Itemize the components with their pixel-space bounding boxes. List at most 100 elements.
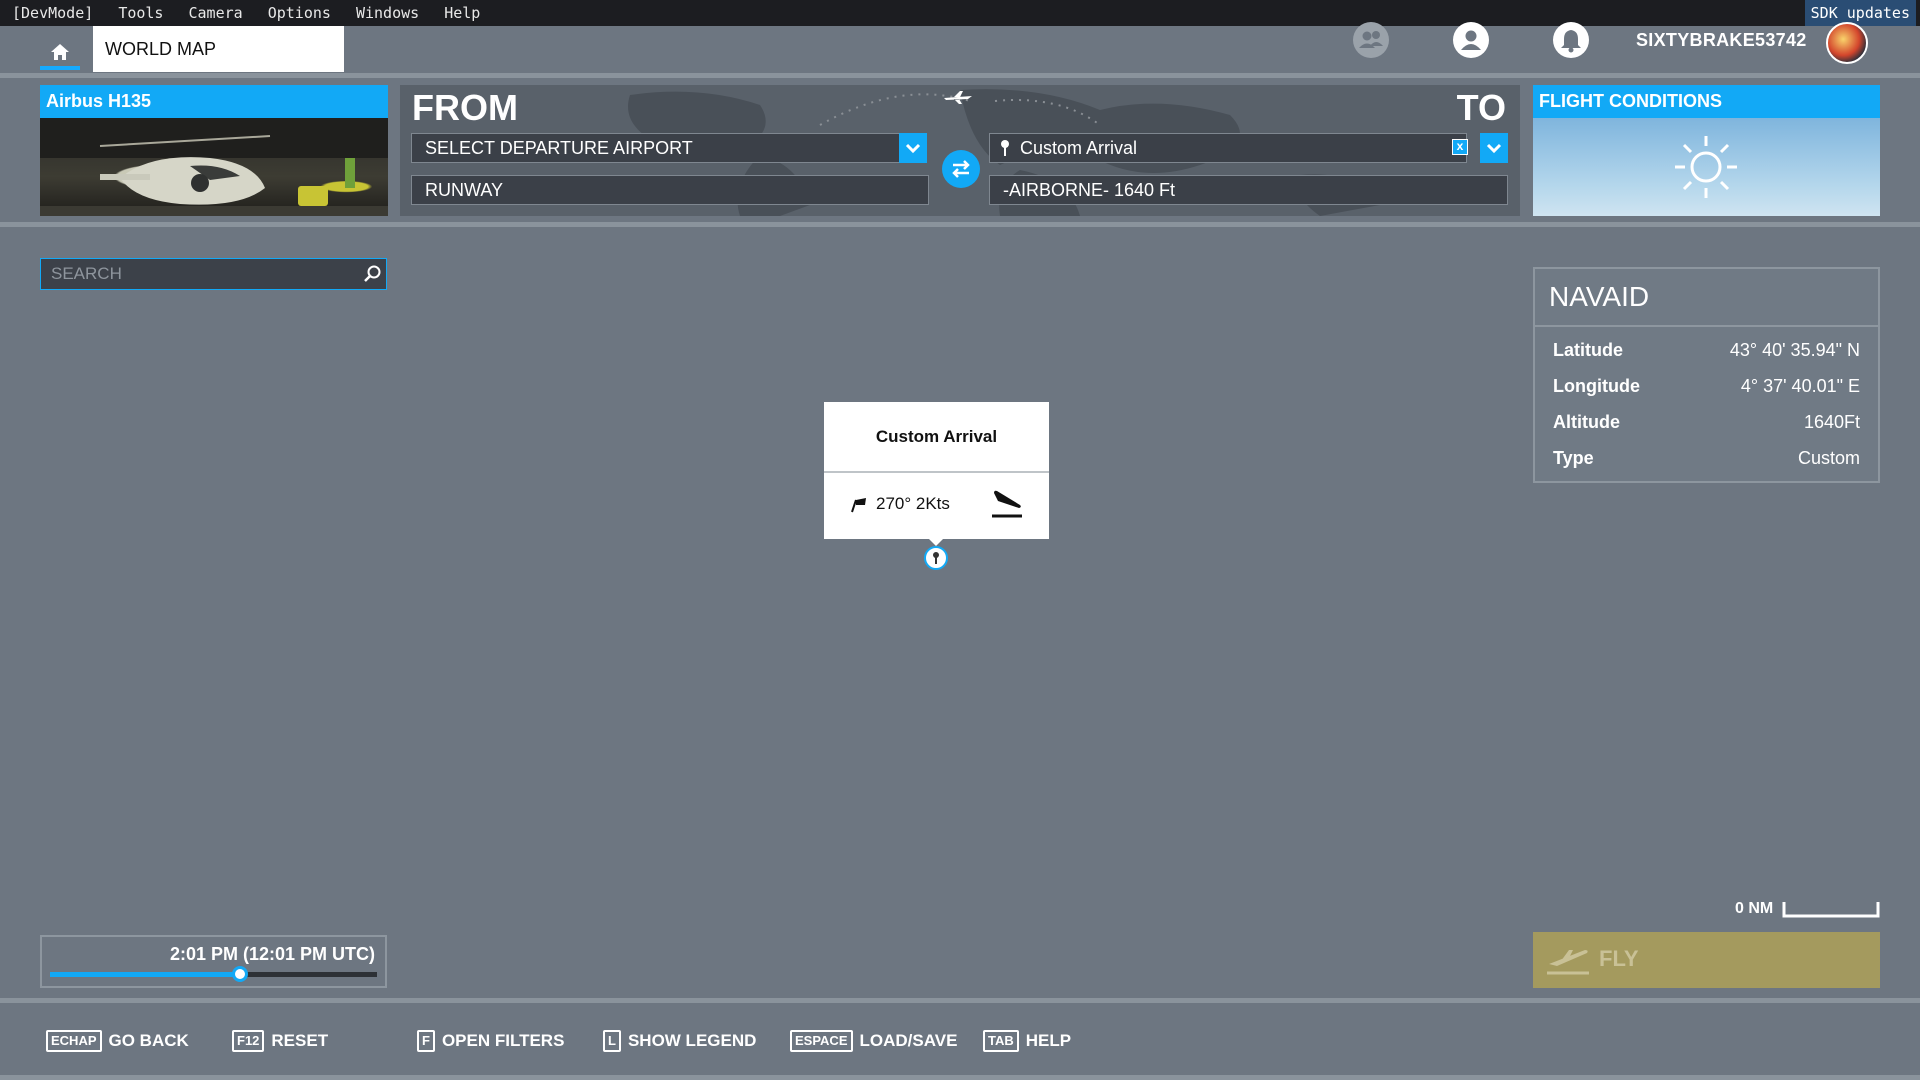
time-label: 2:01 PM (12:01 PM UTC) <box>169 944 375 964</box>
keycap-f: F <box>417 1030 435 1052</box>
chevron-down-icon <box>905 143 921 154</box>
flight-conditions-panel[interactable]: FLIGHT CONDITIONS <box>1533 85 1880 216</box>
time-slider-fill <box>50 972 240 977</box>
map-scale: 0 NM <box>1735 900 1773 918</box>
panel-divider <box>0 222 1920 227</box>
navaid-value: Custom <box>1797 448 1860 468</box>
shortcut-label: OPEN FILTERS <box>441 1031 565 1050</box>
username[interactable]: SIXTYBRAKE53742 <box>1636 30 1807 51</box>
keycap-echap: ECHAP <box>46 1030 102 1052</box>
route-panel: FROM TO SELECT DEPARTURE AIRPORT RUNWAY … <box>400 85 1520 216</box>
navaid-panel: NAVAID Latitude 43° 40' 35.94" N Longitu… <box>1533 267 1880 483</box>
popup-body: 270° 2Kts <box>824 473 1049 539</box>
friends-icon <box>1359 31 1383 48</box>
go-back-button[interactable]: ECHAP GO BACK <box>46 1030 189 1052</box>
to-label: TO <box>1456 87 1506 128</box>
search-box[interactable] <box>40 258 387 290</box>
keycap-f12: F12 <box>232 1030 265 1052</box>
navaid-key: Type <box>1553 448 1594 468</box>
runway-select[interactable]: RUNWAY <box>411 175 929 205</box>
sdk-updates-button[interactable]: SDK updates <box>1804 0 1916 26</box>
keycap-l: L <box>603 1030 621 1052</box>
menu-help[interactable]: Help <box>444 4 480 22</box>
open-filters-button[interactable]: F OPEN FILTERS <box>417 1030 564 1052</box>
pin-icon <box>1001 140 1009 156</box>
menu-devmode[interactable]: [DevMode] <box>12 4 93 22</box>
scale-bar <box>1782 902 1880 918</box>
navaid-value: 1640Ft <box>1803 412 1860 432</box>
takeoff-icon <box>1547 950 1589 975</box>
departure-airport-select[interactable]: SELECT DEPARTURE AIRPORT <box>411 133 911 163</box>
profile-icon <box>1461 30 1481 50</box>
custom-arrival-map-marker[interactable] <box>924 546 948 570</box>
keycap-tab: TAB <box>983 1030 1019 1052</box>
plane-route-icon <box>944 91 972 104</box>
shortcut-label: RESET <box>271 1031 329 1050</box>
home-button[interactable] <box>40 26 80 70</box>
navaid-row-longitude: Longitude 4° 37' 40.01" E <box>1553 371 1860 401</box>
sun-icon <box>1675 136 1737 198</box>
arrival-value: Custom Arrival <box>1020 138 1138 158</box>
time-slider-handle[interactable] <box>231 966 248 982</box>
world-map-tab[interactable]: WORLD MAP <box>93 26 344 72</box>
bottom-edge <box>0 1075 1920 1080</box>
keycap-espace: ESPACE <box>790 1030 853 1052</box>
arrival-select[interactable]: Custom Arrival <box>989 133 1467 163</box>
time-of-day-panel: 2:01 PM (12:01 PM UTC) <box>40 935 387 988</box>
home-icon <box>51 44 69 60</box>
dev-menu: [DevMode] Tools Camera Options Windows H… <box>12 4 496 22</box>
departure-dropdown-button[interactable] <box>899 133 927 163</box>
scale-label: 0 NM <box>1735 900 1774 917</box>
navaid-value: 43° 40' 35.94" N <box>1729 340 1860 360</box>
profile-button[interactable] <box>1453 22 1489 58</box>
arrival-dropdown-button[interactable] <box>1480 133 1508 163</box>
menu-options[interactable]: Options <box>268 4 331 22</box>
search-icon[interactable] <box>362 264 382 284</box>
home-active-indicator <box>40 66 80 70</box>
help-button[interactable]: TAB HELP <box>983 1030 1071 1052</box>
aircraft-name: Airbus H135 <box>40 85 388 118</box>
header-divider <box>0 73 1920 78</box>
friends-button[interactable] <box>1353 22 1389 58</box>
clear-arrival-button[interactable]: x <box>1452 139 1468 155</box>
aircraft-panel[interactable]: Airbus H135 <box>40 85 388 216</box>
navaid-row-type: Type Custom <box>1553 443 1860 473</box>
popup-title: Custom Arrival <box>824 402 1049 473</box>
swap-route-button[interactable] <box>942 150 980 188</box>
notifications-button[interactable] <box>1553 22 1589 58</box>
navaid-row-altitude: Altitude 1640Ft <box>1553 407 1860 437</box>
fly-label: FLY <box>1599 946 1639 971</box>
shortcut-label: SHOW LEGEND <box>627 1031 757 1050</box>
avatar[interactable] <box>1826 22 1868 64</box>
navaid-row-latitude: Latitude 43° 40' 35.94" N <box>1553 335 1860 365</box>
fly-button[interactable]: FLY <box>1533 932 1880 988</box>
menu-windows[interactable]: Windows <box>356 4 419 22</box>
load-save-button[interactable]: ESPACE LOAD/SAVE <box>790 1030 957 1052</box>
bottom-shortcut-bar: ECHAP GO BACK F12 RESET F OPEN FILTERS L… <box>0 1003 1920 1075</box>
navaid-title: NAVAID <box>1535 269 1878 327</box>
show-legend-button[interactable]: L SHOW LEGEND <box>603 1030 756 1052</box>
shortcut-label: HELP <box>1025 1031 1072 1050</box>
shortcut-label: LOAD/SAVE <box>859 1031 958 1050</box>
aircraft-thumbnail <box>40 118 388 216</box>
menu-camera[interactable]: Camera <box>189 4 243 22</box>
navaid-key: Latitude <box>1553 340 1623 360</box>
custom-arrival-popup[interactable]: Custom Arrival 270° 2Kts <box>824 402 1049 539</box>
search-input[interactable] <box>41 259 341 289</box>
shortcut-label: GO BACK <box>108 1031 189 1050</box>
bell-icon <box>1561 30 1581 53</box>
windsock-icon <box>851 498 866 513</box>
airborne-altitude-field[interactable]: -AIRBORNE- 1640 Ft <box>989 175 1508 205</box>
navaid-key: Longitude <box>1553 376 1640 396</box>
dev-menu-bar: [DevMode] Tools Camera Options Windows H… <box>0 0 1920 26</box>
navaid-value: 4° 37' 40.01" E <box>1740 376 1860 396</box>
menu-tools[interactable]: Tools <box>118 4 163 22</box>
wind-info: 270° 2Kts <box>876 494 950 513</box>
swap-icon <box>952 160 970 178</box>
chevron-down-icon <box>1486 143 1502 154</box>
weather-preview <box>1533 118 1880 216</box>
reset-button[interactable]: F12 RESET <box>232 1030 328 1052</box>
flight-conditions-title: FLIGHT CONDITIONS <box>1533 85 1880 118</box>
helicopter-image <box>40 118 388 216</box>
pin-icon <box>933 552 939 564</box>
